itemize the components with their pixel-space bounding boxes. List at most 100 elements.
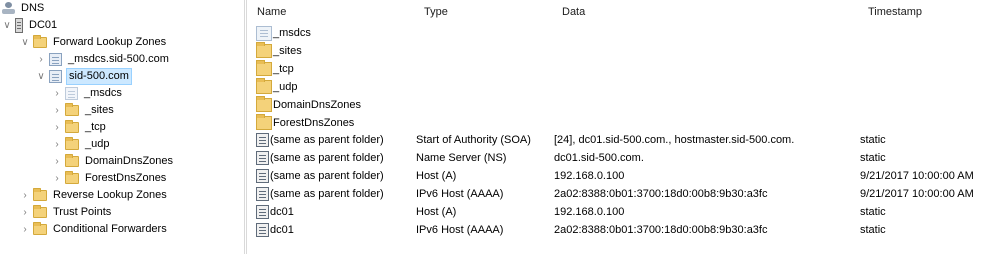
chevron-right-icon[interactable]: › <box>20 204 30 221</box>
tree-item-msdcs-zone[interactable]: › _msdcs.sid-500.com <box>36 51 171 68</box>
cell-name: _sites <box>256 41 302 60</box>
tree-item-dns[interactable]: DNS <box>2 0 46 17</box>
folder-icon <box>33 222 47 235</box>
cell-name: dc01 <box>256 221 294 239</box>
list-row[interactable]: (same as parent folder) Name Server (NS) d… <box>248 149 999 167</box>
tree-item-label: DomainDnsZones <box>85 155 174 167</box>
cell-timestamp: static <box>860 134 886 147</box>
cell-name-text: DomainDnsZones <box>273 98 362 111</box>
cell-type: Name Server (NS) <box>416 152 507 165</box>
folder-icon <box>65 154 79 167</box>
chevron-down-icon[interactable]: ∨ <box>2 17 12 34</box>
chevron-right-icon[interactable]: › <box>52 119 62 136</box>
cell-data: 2a02:8388:0b01:3700:18d0:00b8:9b30:a3fc <box>554 223 768 236</box>
tree-item-tcp[interactable]: › _tcp <box>52 119 108 136</box>
tree-item-forward-lookup-zones[interactable]: ∨ Forward Lookup Zones <box>20 34 168 51</box>
tree-item-sites[interactable]: › _sites <box>52 102 116 119</box>
cell-name-text: dc01 <box>270 206 294 218</box>
list-row[interactable]: (same as parent folder) Host (A) 192.168.0… <box>248 167 999 185</box>
cell-name-text: _tcp <box>273 62 294 75</box>
cell-timestamp: static <box>860 206 886 218</box>
tree-item-label: Forward Lookup Zones <box>53 36 167 48</box>
zone-delegation-icon <box>256 25 272 41</box>
chevron-right-icon[interactable]: › <box>20 187 30 204</box>
tree-item-label: sid-500.com <box>66 68 132 85</box>
list-row[interactable]: _tcp <box>248 59 999 78</box>
cell-name-text: (same as parent folder) <box>270 188 384 201</box>
cell-name: (same as parent folder) <box>256 131 384 149</box>
folder-icon <box>256 113 272 130</box>
cell-data: [24], dc01.sid-500.com., hostmaster.sid-… <box>554 134 795 147</box>
folder-icon <box>65 171 79 184</box>
cell-name: (same as parent folder) <box>256 185 384 203</box>
zone-icon <box>49 53 62 66</box>
folder-icon <box>65 137 79 150</box>
cell-name-text: (same as parent folder) <box>270 170 384 183</box>
cell-timestamp: static <box>860 223 886 236</box>
column-header-name[interactable]: Name <box>257 6 286 18</box>
tree-item-sid-500-zone[interactable]: ∨ sid-500.com <box>36 68 132 85</box>
chevron-right-icon[interactable]: › <box>52 170 62 187</box>
list-row[interactable]: (same as parent folder) IPv6 Host (AAAA) 2… <box>248 185 999 203</box>
tree-item-msdcs[interactable]: › _msdcs <box>52 85 124 102</box>
list-row[interactable]: _udp <box>248 77 999 96</box>
folder-icon <box>256 59 272 76</box>
cell-type: Host (A) <box>416 206 457 218</box>
chevron-right-icon[interactable]: › <box>52 102 62 119</box>
chevron-right-icon[interactable]: › <box>20 221 30 238</box>
tree-item-reverse-lookup-zones[interactable]: › Reverse Lookup Zones <box>20 187 169 204</box>
pane-splitter[interactable] <box>244 0 247 254</box>
tree-item-label: DNS <box>21 2 45 14</box>
cell-data: 192.168.0.100 <box>554 170 625 183</box>
dns-icon <box>2 2 15 15</box>
cell-name-text: _sites <box>273 44 302 57</box>
list-row[interactable]: dc01 IPv6 Host (AAAA) 2a02:8388:0b01:3700:… <box>248 221 999 239</box>
cell-data: 192.168.0.100 <box>554 206 625 218</box>
tree-item-label: _msdcs <box>84 87 122 99</box>
folder-icon <box>33 205 47 218</box>
tree-item-label: _tcp <box>85 121 106 133</box>
column-header-timestamp[interactable]: Timestamp <box>868 6 922 18</box>
list-row[interactable]: _msdcs <box>248 24 999 42</box>
list-row[interactable]: _sites <box>248 41 999 60</box>
cell-name: ForestDnsZones <box>256 113 355 132</box>
chevron-right-icon[interactable]: › <box>52 153 62 170</box>
folder-icon <box>33 35 47 48</box>
records-list: Name Type Data Timestamp _msdcs _sites _tc… <box>248 0 999 254</box>
cell-name-text: ForestDnsZones <box>273 116 355 129</box>
tree-item-conditional-forwarders[interactable]: › Conditional Forwarders <box>20 221 169 238</box>
cell-name-text: _msdcs <box>273 27 311 39</box>
record-icon <box>256 151 269 166</box>
chevron-right-icon[interactable]: › <box>52 136 62 153</box>
record-icon <box>256 205 269 219</box>
zone-delegation-icon <box>65 87 78 100</box>
chevron-down-icon[interactable]: ∨ <box>20 34 30 51</box>
record-icon <box>256 133 269 148</box>
list-row[interactable]: (same as parent folder) Start of Authorit… <box>248 131 999 149</box>
tree-item-label: ForestDnsZones <box>85 172 167 184</box>
cell-type: Host (A) <box>416 170 457 183</box>
console-tree: DNS ∨ DC01 ∨ Forward Lookup Zones › _msd… <box>0 0 240 254</box>
list-row[interactable]: ForestDnsZones <box>248 113 999 132</box>
list-row[interactable]: DomainDnsZones <box>248 95 999 114</box>
cell-data: dc01.sid-500.com. <box>554 152 644 165</box>
record-icon <box>256 187 269 202</box>
chevron-right-icon[interactable]: › <box>52 85 62 102</box>
folder-icon <box>65 120 79 133</box>
tree-item-domaindnszones[interactable]: › DomainDnsZones <box>52 153 175 170</box>
column-header-data[interactable]: Data <box>562 6 585 18</box>
chevron-down-icon[interactable]: ∨ <box>36 68 46 85</box>
cell-name-text: (same as parent folder) <box>270 152 384 165</box>
column-header-type[interactable]: Type <box>424 6 448 18</box>
cell-name: (same as parent folder) <box>256 167 384 185</box>
list-row[interactable]: dc01 Host (A) 192.168.0.100 static <box>248 203 999 221</box>
chevron-right-icon[interactable]: › <box>36 51 46 68</box>
tree-item-udp[interactable]: › _udp <box>52 136 111 153</box>
zone-icon <box>49 70 62 83</box>
folder-icon <box>256 77 272 94</box>
tree-item-forestdnszones[interactable]: › ForestDnsZones <box>52 170 168 187</box>
tree-item-server[interactable]: ∨ DC01 <box>2 17 59 34</box>
cell-data: 2a02:8388:0b01:3700:18d0:00b8:9b30:a3fc <box>554 188 768 201</box>
tree-item-trust-points[interactable]: › Trust Points <box>20 204 113 221</box>
tree-item-label: Trust Points <box>53 206 112 218</box>
